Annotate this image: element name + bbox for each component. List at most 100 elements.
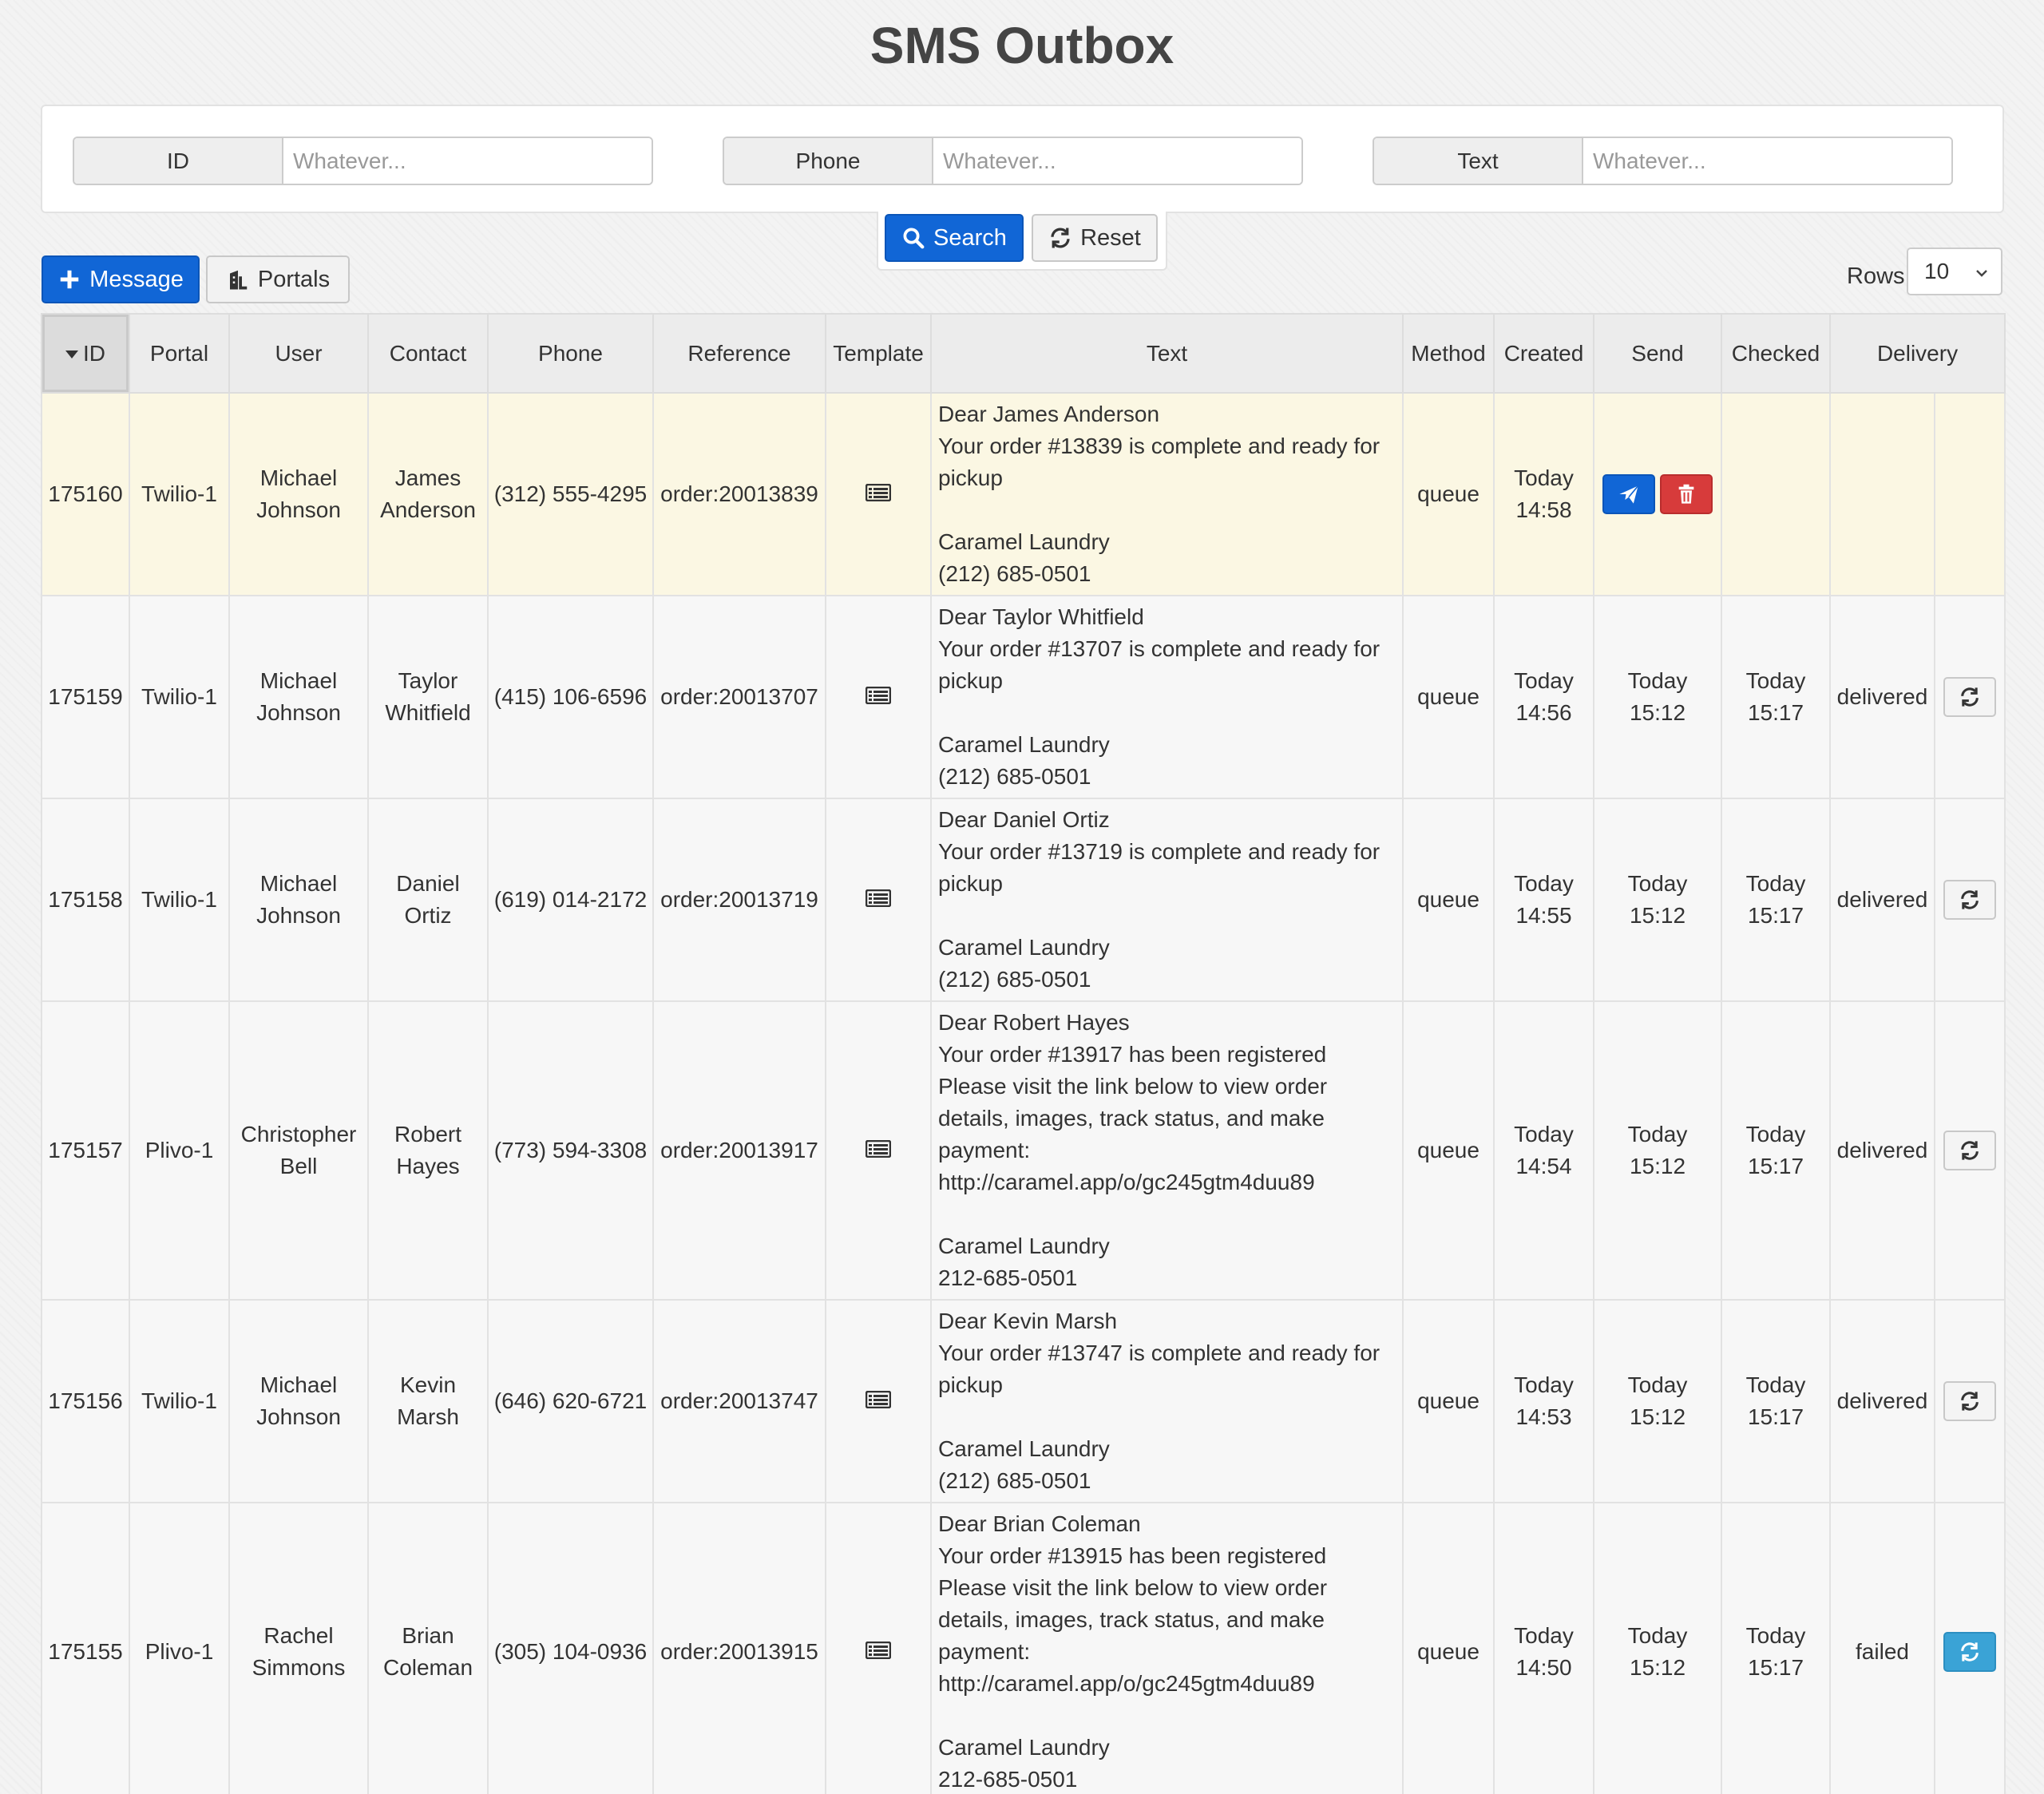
column-header-user[interactable]: User xyxy=(228,313,369,394)
column-header-text[interactable]: Text xyxy=(930,313,1404,394)
table-row[interactable]: 175157 Plivo-1 Christopher Bell Robert Haye… xyxy=(41,1000,2006,1301)
cell-send: Today 15:12 xyxy=(1593,798,1722,1002)
column-header-delivery[interactable]: Delivery xyxy=(1828,313,2006,394)
cell-template[interactable] xyxy=(825,1000,932,1301)
column-header-checked[interactable]: Checked xyxy=(1721,313,1831,394)
reset-button-label: Reset xyxy=(1080,224,1141,251)
cell-resend xyxy=(1933,595,2006,799)
column-header-reference[interactable]: Reference xyxy=(652,313,826,394)
cell-send xyxy=(1593,392,1722,596)
column-header-phone[interactable]: Phone xyxy=(487,313,654,394)
cell-delivery: failed xyxy=(1829,1502,1935,1794)
cell-portal: Plivo-1 xyxy=(129,1000,230,1301)
cell-text: Dear Kevin Marsh Your order #13747 is co… xyxy=(930,1299,1404,1503)
cell-created: Today 14:50 xyxy=(1493,1502,1594,1794)
column-header-template[interactable]: Template xyxy=(825,313,932,394)
cell-portal: Twilio-1 xyxy=(129,392,230,596)
cell-created: Today 14:54 xyxy=(1493,1000,1594,1301)
search-icon xyxy=(903,228,925,249)
cell-template[interactable] xyxy=(825,798,932,1002)
column-header-portal[interactable]: Portal xyxy=(129,313,230,394)
table-row[interactable]: 175155 Plivo-1 Rachel Simmons Brian Coleman… xyxy=(41,1502,2006,1794)
sort-desc-icon xyxy=(65,350,78,359)
resend-button[interactable] xyxy=(1943,1131,1996,1170)
table-row[interactable]: 175160 Twilio-1 Michael Johnson James Ander… xyxy=(41,392,2006,596)
cell-user: Christopher Bell xyxy=(228,1000,369,1301)
cell-reference: order:20013707 xyxy=(652,595,826,799)
cell-checked xyxy=(1721,392,1831,596)
delete-button[interactable] xyxy=(1660,474,1713,514)
column-header-created[interactable]: Created xyxy=(1493,313,1594,394)
cell-template[interactable] xyxy=(825,1299,932,1503)
cell-id: 175157 xyxy=(41,1000,130,1301)
filter-text-label: Text xyxy=(1374,138,1583,184)
filter-phone-label: Phone xyxy=(724,138,933,184)
cell-text: Dear Brian Coleman Your order #13915 has… xyxy=(930,1502,1404,1794)
send-now-button[interactable] xyxy=(1602,474,1655,514)
resend-button[interactable] xyxy=(1943,1381,1996,1421)
filter-text: Text xyxy=(1373,137,1953,185)
column-header-send[interactable]: Send xyxy=(1593,313,1722,394)
filter-phone: Phone xyxy=(723,137,1303,185)
filter-phone-input[interactable] xyxy=(933,138,1301,184)
portals-button[interactable]: Portals xyxy=(206,255,350,303)
column-header-method[interactable]: Method xyxy=(1402,313,1495,394)
trash-icon xyxy=(1678,484,1694,504)
list-icon xyxy=(865,483,892,502)
cell-user: Michael Johnson xyxy=(228,1299,369,1503)
refresh-icon xyxy=(1961,1642,1979,1661)
cell-phone: (773) 594-3308 xyxy=(487,1000,654,1301)
filter-id: ID xyxy=(73,137,653,185)
column-header-id[interactable]: ID xyxy=(41,313,130,394)
cell-template[interactable] xyxy=(825,392,932,596)
cell-portal: Twilio-1 xyxy=(129,798,230,1002)
resend-button[interactable] xyxy=(1943,1632,1996,1672)
cell-resend xyxy=(1933,798,2006,1002)
cell-method: queue xyxy=(1402,1502,1495,1794)
reset-button[interactable]: Reset xyxy=(1032,214,1158,262)
column-header-contact[interactable]: Contact xyxy=(367,313,489,394)
cell-user: Michael Johnson xyxy=(228,392,369,596)
cell-template[interactable] xyxy=(825,595,932,799)
cell-id: 175160 xyxy=(41,392,130,596)
refresh-icon xyxy=(1961,890,1979,909)
table-row[interactable]: 175159 Twilio-1 Michael Johnson Taylor Whit… xyxy=(41,595,2006,799)
column-header-label: ID xyxy=(83,340,105,366)
add-message-button[interactable]: Message xyxy=(42,255,200,303)
table-row[interactable]: 175158 Twilio-1 Michael Johnson Daniel Orti… xyxy=(41,798,2006,1002)
add-message-label: Message xyxy=(89,266,184,292)
cell-method: queue xyxy=(1402,392,1495,596)
cell-created: Today 14:58 xyxy=(1493,392,1594,596)
list-icon xyxy=(865,686,892,705)
refresh-icon xyxy=(1961,1141,1979,1160)
cell-contact: James Anderson xyxy=(367,392,489,596)
cell-id: 175156 xyxy=(41,1299,130,1503)
search-button-label: Search xyxy=(933,224,1007,251)
filter-id-input[interactable] xyxy=(283,138,652,184)
filter-text-input[interactable] xyxy=(1583,138,1951,184)
list-icon xyxy=(865,1390,892,1409)
cell-resend xyxy=(1933,1502,2006,1794)
list-icon xyxy=(865,1641,892,1660)
cell-contact: Taylor Whitfield xyxy=(367,595,489,799)
cell-resend xyxy=(1933,1000,2006,1301)
resend-button[interactable] xyxy=(1943,677,1996,717)
cell-send: Today 15:12 xyxy=(1593,1299,1722,1503)
resend-button[interactable] xyxy=(1943,880,1996,920)
cell-user: Michael Johnson xyxy=(228,798,369,1002)
building-icon xyxy=(229,270,248,290)
cell-resend xyxy=(1933,392,2006,596)
cell-method: queue xyxy=(1402,1299,1495,1503)
rows-select[interactable]: 10 xyxy=(1907,248,2002,295)
cell-created: Today 14:55 xyxy=(1493,798,1594,1002)
cell-reference: order:20013747 xyxy=(652,1299,826,1503)
cell-portal: Twilio-1 xyxy=(129,1299,230,1503)
search-button[interactable]: Search xyxy=(885,214,1024,262)
refresh-icon xyxy=(1961,1392,1979,1411)
cell-template[interactable] xyxy=(825,1502,932,1794)
cell-send: Today 15:12 xyxy=(1593,1502,1722,1794)
plus-icon xyxy=(60,270,79,289)
cell-reference: order:20013917 xyxy=(652,1000,826,1301)
table-row[interactable]: 175156 Twilio-1 Michael Johnson Kevin Marsh… xyxy=(41,1299,2006,1503)
chevron-down-icon xyxy=(1976,270,1987,277)
